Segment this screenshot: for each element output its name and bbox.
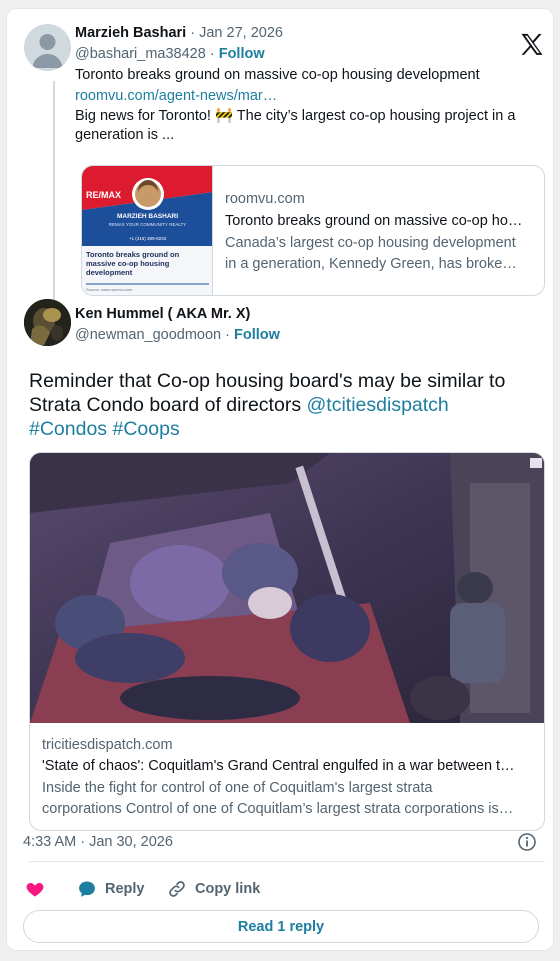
article-desc-line-2: corporations Control of one of Coquitlam… xyxy=(42,801,514,817)
reply-bubble-icon xyxy=(79,881,95,897)
tweet-text-line-2: Strata Condo board of directors @tcities… xyxy=(29,393,545,417)
article-domain: tricitiesdispatch.com xyxy=(42,737,173,753)
tweet-timestamp[interactable]: 4:33 AM · Jan 30, 2026 xyxy=(23,834,173,850)
tweet-text-plain: Strata Condo board of directors xyxy=(29,394,307,416)
article-link-card[interactable]: tricitiesdispatch.com 'State of chaos': … xyxy=(29,452,545,831)
quoted-card-domain: roomvu.com xyxy=(225,191,305,207)
quoted-header-line: Marzieh Bashari · Jan 27, 2026 xyxy=(75,25,283,41)
hashtag-coops-link[interactable]: #Coops xyxy=(112,418,179,440)
quoted-title: Toronto breaks ground on massive co-op h… xyxy=(75,67,480,83)
main-handle-line: @newman_goodmoon · Follow xyxy=(75,327,280,343)
like-button[interactable] xyxy=(25,879,45,899)
heart-icon xyxy=(26,883,44,897)
x-logo-icon[interactable] xyxy=(517,31,547,59)
quoted-url-link[interactable]: roomvu.com/agent-news/mar… xyxy=(75,88,277,104)
separator-dot: · xyxy=(225,327,230,343)
author-photo xyxy=(24,299,71,346)
cctv-image xyxy=(30,453,544,723)
thumb-source-text: Source: www.roomvu.com xyxy=(86,287,133,292)
reply-label: Reply xyxy=(105,881,145,897)
quoted-follow-button[interactable]: Follow xyxy=(219,46,265,62)
article-title: 'State of chaos': Coquitlam's Grand Cent… xyxy=(42,758,515,774)
main-author-name-text[interactable]: Ken Hummel ( AKA Mr. X) xyxy=(75,306,250,322)
quoted-body-line-2: generation is ... xyxy=(75,127,175,143)
quoted-handle[interactable]: @bashari_ma38428 xyxy=(75,46,206,62)
separator-dot: · xyxy=(209,46,215,62)
info-icon[interactable] xyxy=(517,832,537,852)
main-author-name: Ken Hummel ( AKA Mr. X) xyxy=(75,306,250,322)
mention-link[interactable]: @tcitiesdispatch xyxy=(307,394,449,416)
thumb-headline-text: Toronto breaks ground on massive co-op h… xyxy=(86,250,180,277)
quoted-card-title: Toronto breaks ground on massive co-op h… xyxy=(225,213,523,229)
read-replies-button[interactable]: Read 1 reply xyxy=(23,910,539,943)
actions-divider xyxy=(29,861,545,862)
quoted-author-name[interactable]: Marzieh Bashari xyxy=(75,25,186,41)
default-avatar-icon xyxy=(32,34,63,68)
quoted-card-desc-line-1: Canada’s largest co-op housing developme… xyxy=(225,235,516,251)
main-author-avatar[interactable] xyxy=(24,299,71,346)
link-icon xyxy=(169,881,185,897)
quoted-card-desc-line-2: in a generation, Kennedy Green, has brok… xyxy=(225,256,517,272)
agent-phone-text: +1 (416) 389-9233 xyxy=(128,236,167,241)
hashtag-condos-link[interactable]: #Condos xyxy=(29,418,107,440)
quoted-author-avatar[interactable] xyxy=(24,24,71,71)
tweet-text-line-1: Reminder that Co-op housing board's may … xyxy=(29,370,506,392)
quoted-date[interactable]: · Jan 27, 2026 xyxy=(190,25,283,41)
embedded-tweet-card: Marzieh Bashari · Jan 27, 2026 @bashari_… xyxy=(6,8,554,951)
quoted-handle-line: @bashari_ma38428 · Follow xyxy=(75,46,265,62)
article-desc-line-1: Inside the fight for control of one of C… xyxy=(42,780,433,796)
quoted-body-line-1: Big news for Toronto! 🚧 The city’s large… xyxy=(75,108,516,124)
main-follow-button[interactable]: Follow xyxy=(234,327,280,343)
agent-name-text: MARZIEH BASHARI xyxy=(116,213,179,220)
agent-tagline-text: REMAX YOUR COMMUNITY REALTY xyxy=(108,222,187,227)
copy-link-button[interactable]: Copy link xyxy=(167,879,260,899)
quoted-link-card[interactable]: RE/MAX MARZIEH BASHARI REMAX YOUR COMMUN… xyxy=(81,165,545,296)
copy-link-label: Copy link xyxy=(195,881,261,897)
main-tweet-text: Reminder that Co-op housing board's may … xyxy=(29,369,545,441)
main-handle[interactable]: @newman_goodmoon xyxy=(75,327,221,343)
reply-button[interactable]: Reply xyxy=(77,879,145,899)
thread-connector-line xyxy=(53,81,55,306)
tweet-text-line-3: #Condos #Coops xyxy=(29,417,545,441)
remax-brand-text: RE/MAX xyxy=(86,190,122,200)
remax-thumbnail: RE/MAX MARZIEH BASHARI REMAX YOUR COMMUN… xyxy=(82,166,213,295)
